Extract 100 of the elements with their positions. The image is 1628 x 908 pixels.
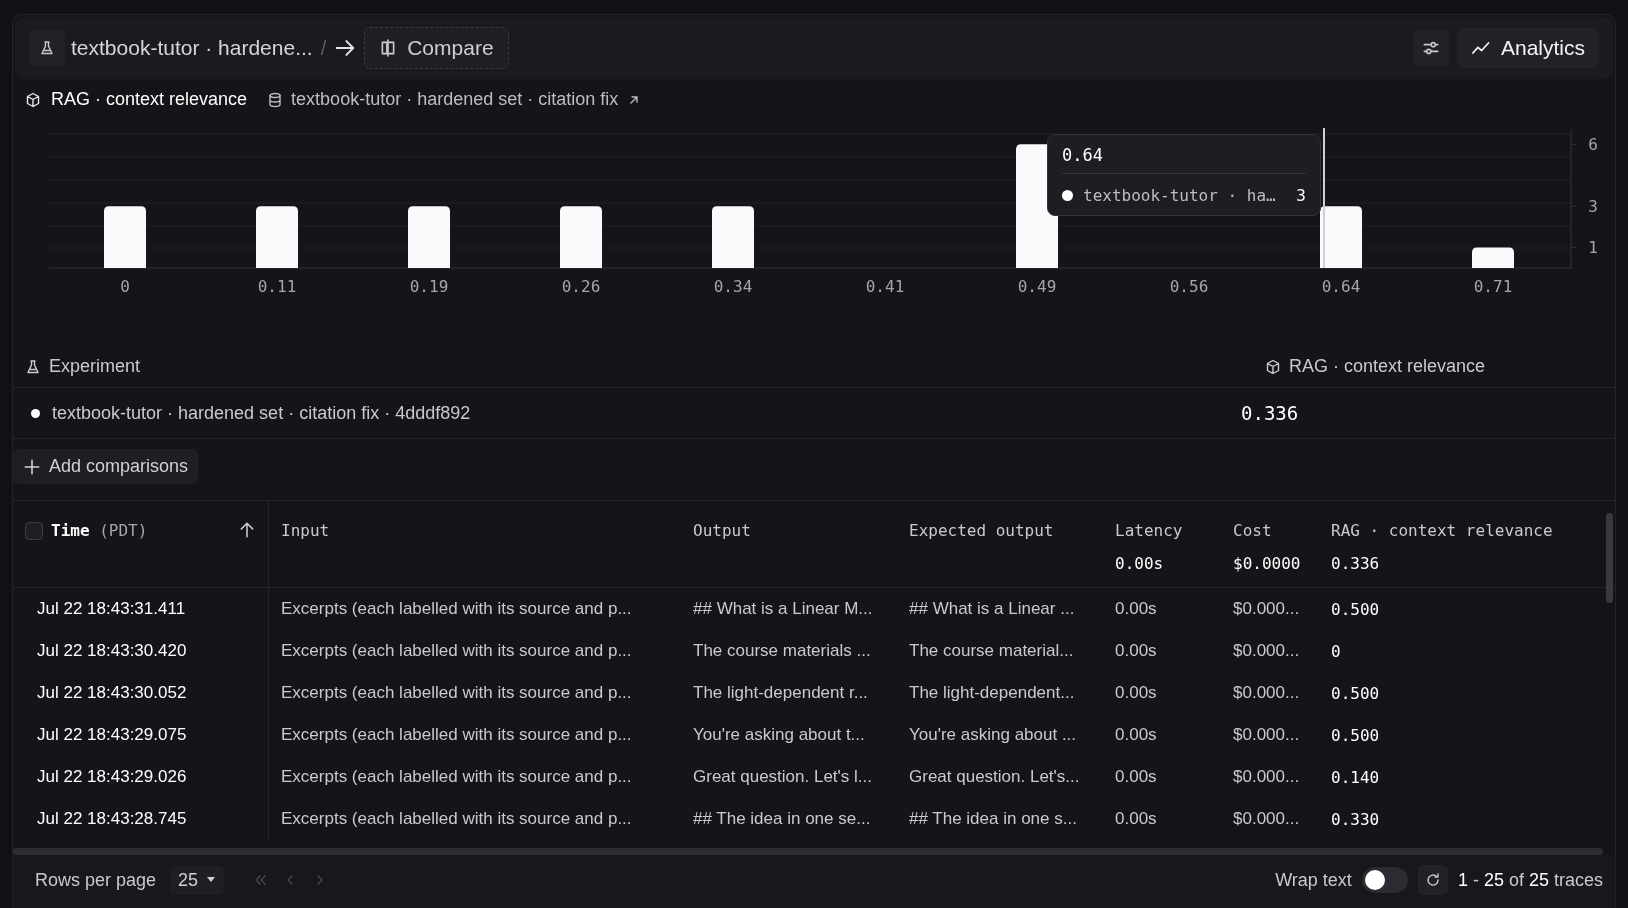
axis-tick-label: 0.49 <box>1017 277 1057 296</box>
axis-tick-label: 0.11 <box>257 277 297 296</box>
axis-tick-label: 0.19 <box>409 277 449 296</box>
series-name: textbook-tutor · ha… <box>1083 186 1276 205</box>
table-cell-text: 0.00s <box>1114 683 1158 703</box>
axis-tick-label: 0 <box>120 277 130 296</box>
table-cell-text: $0.000... <box>1232 641 1301 661</box>
table-cell-text: Excerpts (each labelled with its source and p... <box>280 683 633 703</box>
histogram-bar <box>256 206 298 268</box>
table-cell: Jul 22 18:43:30.052 <box>13 672 269 714</box>
histogram-bar <box>1320 206 1362 268</box>
add-comparisons-button[interactable]: Add comparisons <box>13 449 199 484</box>
table-cell: Jul 22 18:43:31.411 <box>13 588 269 630</box>
column-header[interactable]: RAG · context relevance <box>1331 521 1607 540</box>
cube-icon <box>25 91 41 108</box>
column-header: RAG · context relevance <box>1289 356 1486 377</box>
table-cell-text: Excerpts (each labelled with its source and p... <box>280 809 633 829</box>
table-cell-text: Excerpts (each labelled with its source and p... <box>280 641 633 661</box>
column-header[interactable]: Latency <box>1115 521 1209 540</box>
table-cell-text: 0.00s <box>1114 599 1158 619</box>
column-summary: 0.00s <box>1115 554 1165 573</box>
table-cell-text: The light-dependent... <box>908 683 1076 703</box>
table-cell-text: $0.000... <box>1232 809 1301 829</box>
tooltip-title: 0.64 <box>1062 145 1306 174</box>
table-cell: Jul 22 18:43:29.075 <box>13 714 269 756</box>
table-cell-text: Great question. Let's... <box>908 767 1081 787</box>
table-cell-text: 0.500 <box>1330 725 1381 745</box>
refresh-button[interactable] <box>1417 865 1448 895</box>
table-cell: Jul 22 18:43:30.420 <box>13 630 269 672</box>
table-cell-text: The course material... <box>908 641 1075 661</box>
axis-tick-label: 0.34 <box>713 277 753 296</box>
table-cell-text: Excerpts (each labelled with its source and p... <box>280 725 633 745</box>
select-all-checkbox[interactable] <box>25 522 43 540</box>
compare-button[interactable]: Compare <box>364 27 509 69</box>
flask-icon <box>39 40 55 56</box>
plus-icon <box>23 457 41 476</box>
table-cell-text: 0.00s <box>1114 767 1158 787</box>
histogram-bar <box>712 206 754 268</box>
axis-tick-label: 6 <box>1588 135 1598 155</box>
wrap-text-toggle[interactable] <box>1361 867 1408 893</box>
experiment-score: 0.336 <box>1241 402 1299 424</box>
table-cell-text: 0.00s <box>1114 809 1158 829</box>
table-cell-text: The course materials ... <box>692 641 872 661</box>
table-cell-text: ## What is a Linear M... <box>692 599 874 619</box>
table-cell-text: ## The idea in one se... <box>692 809 872 829</box>
sliders-icon <box>1421 39 1440 57</box>
column-header[interactable]: Time (PDT) <box>51 521 148 540</box>
table-cell-text: $0.000... <box>1232 683 1301 703</box>
histogram-bar <box>408 206 450 268</box>
table-cell-text: You're asking about t... <box>692 725 866 745</box>
breadcrumb-link[interactable]: textbook-tutor · hardene... <box>71 36 313 60</box>
table-cell-text: 0.500 <box>1330 599 1381 619</box>
cube-icon <box>1265 358 1281 375</box>
table-cell-text: 0 <box>1330 641 1342 661</box>
rows-per-page-select[interactable]: 25 <box>170 865 225 895</box>
table-cell-text: 0.500 <box>1330 683 1381 703</box>
column-header[interactable]: Expected output <box>909 521 1091 540</box>
table-cell-text: $0.000... <box>1232 599 1301 619</box>
table-cell-text: ## What is a Linear ... <box>908 599 1076 619</box>
axis-tick-label: 0.71 <box>1473 277 1513 296</box>
table-cell-text: 0.00s <box>1114 725 1158 745</box>
table-cell-text: $0.000... <box>1232 725 1301 745</box>
rows-per-page-label: Rows per page <box>35 869 157 891</box>
histogram-bar <box>560 206 602 268</box>
table-cell-text: 0.140 <box>1330 767 1381 787</box>
scrollbar[interactable] <box>13 848 1603 855</box>
tooltip-value: 3 <box>1296 186 1306 205</box>
table-cell-text: 0.330 <box>1330 809 1381 829</box>
table-cell-text: $0.000... <box>1232 767 1301 787</box>
column-header: Experiment <box>49 356 141 377</box>
experiment-button[interactable] <box>29 30 65 66</box>
column-header[interactable]: Output <box>693 521 885 540</box>
database-icon <box>267 91 284 108</box>
caret-icon <box>206 877 217 883</box>
dataset-link[interactable]: textbook-tutor · hardened set · citation fix <box>291 89 619 110</box>
table-cell: Jul 22 18:43:28.745 <box>13 798 269 840</box>
experiment-name: textbook-tutor · hardened set · citation fix · 4dddf892 <box>52 402 471 424</box>
scrollbar[interactable] <box>1606 513 1613 603</box>
table-cell-text: You're asking about ... <box>908 725 1078 745</box>
settings-button[interactable] <box>1412 30 1449 66</box>
histogram-bar <box>1472 247 1514 268</box>
wrap-text-label: Wrap text <box>1275 869 1352 891</box>
column-header[interactable]: Input <box>281 521 669 540</box>
table-cell-text: Great question. Let's l... <box>692 767 873 787</box>
sort-up-icon[interactable] <box>238 521 256 539</box>
flask-icon <box>25 358 41 375</box>
axis-tick-label: 0.26 <box>561 277 601 296</box>
arrow-right-icon <box>334 37 357 59</box>
analytics-button[interactable]: Analytics <box>1456 28 1599 68</box>
pagination-range: 1 - 25 of 25 traces <box>1457 869 1603 891</box>
axis-tick-label: 0.56 <box>1169 277 1209 296</box>
column-summary: 0.336 <box>1331 554 1381 573</box>
axis-tick-label: 0.41 <box>865 277 905 296</box>
column-header[interactable]: Cost <box>1233 521 1307 540</box>
histogram-bar <box>104 206 146 268</box>
table-cell-text: ## The idea in one s... <box>908 809 1078 829</box>
metric-title: RAG · context relevance <box>51 89 248 110</box>
table-cell: Jul 22 18:43:29.026 <box>13 756 269 798</box>
table-cell-text: The light-dependent r... <box>692 683 869 703</box>
axis-tick-label: 1 <box>1588 238 1598 258</box>
